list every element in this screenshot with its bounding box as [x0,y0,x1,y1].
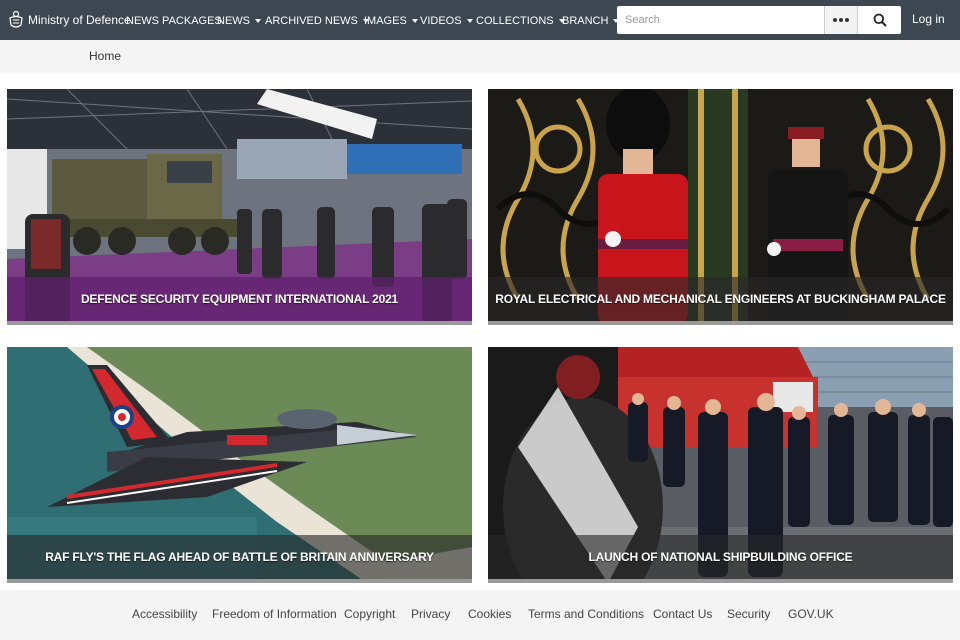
nav-news-packages[interactable]: NEWS PACKAGES [126,14,222,28]
nav-label: NEWS [217,15,250,27]
nav-label: VIDEOS [420,15,462,27]
gallery-card-reme[interactable]: ROYAL ELECTRICAL AND MECHANICAL ENGINEER… [488,89,953,325]
dot-icon [833,18,837,22]
nav-collections[interactable]: COLLECTIONS [476,14,565,28]
dot-icon [839,18,843,22]
site-name: Ministry of Defence [28,13,131,27]
nav-label: COLLECTIONS [476,15,554,27]
nav-videos[interactable]: VIDEOS [420,14,473,28]
nav-news[interactable]: NEWS [217,14,261,28]
card-title: LAUNCH OF NATIONAL SHIPBUILDING OFFICE [588,550,853,564]
login-link[interactable]: Log in [912,12,945,26]
nav-label: ARCHIVED NEWS [265,15,358,27]
search-box [617,6,901,34]
footer-link-security[interactable]: Security [727,607,770,621]
breadcrumb-home[interactable]: Home [89,49,121,63]
caret-down-icon [411,19,418,23]
footer-link-terms[interactable]: Terms and Conditions [528,607,644,621]
footer-link-contact[interactable]: Contact Us [653,607,712,621]
breadcrumb [0,40,960,73]
dot-icon [845,18,849,22]
search-options-button[interactable] [824,6,857,34]
nav-label: IMAGES [364,15,407,27]
card-title: RAF FLY'S THE FLAG AHEAD OF BATTLE OF BR… [45,550,434,564]
nav-archived-news[interactable]: ARCHIVED NEWS [265,14,369,28]
footer-link-govuk[interactable]: GOV.UK [788,607,834,621]
caret-down-icon [466,19,473,23]
search-button[interactable] [857,6,901,34]
crest-logo-icon [9,10,23,28]
search-input[interactable] [617,6,824,34]
gallery-card-dsei[interactable]: DEFENCE SECURITY EQUIPMENT INTERNATIONAL… [7,89,472,325]
gallery-card-raf[interactable]: RAF FLY'S THE FLAG AHEAD OF BATTLE OF BR… [7,347,472,583]
site-brand[interactable]: Ministry of Defence [8,9,131,31]
card-caption: RAF FLY'S THE FLAG AHEAD OF BATTLE OF BR… [7,535,472,579]
footer-link-cookies[interactable]: Cookies [468,607,511,621]
caret-down-icon [255,19,261,23]
footer-link-copyright[interactable]: Copyright [344,607,395,621]
card-title: DEFENCE SECURITY EQUIPMENT INTERNATIONAL… [80,292,399,306]
card-caption: DEFENCE SECURITY EQUIPMENT INTERNATIONAL… [7,277,472,321]
card-title: ROYAL ELECTRICAL AND MECHANICAL ENGINEER… [495,292,946,306]
footer-link-accessibility[interactable]: Accessibility [132,607,197,621]
card-caption: LAUNCH OF NATIONAL SHIPBUILDING OFFICE [488,535,953,579]
gallery-card-shipbuilding[interactable]: LAUNCH OF NATIONAL SHIPBUILDING OFFICE [488,347,953,583]
footer-link-foi[interactable]: Freedom of Information [212,607,337,621]
nav-images[interactable]: IMAGES [364,14,418,28]
card-caption: ROYAL ELECTRICAL AND MECHANICAL ENGINEER… [488,277,953,321]
top-navbar: Ministry of Defence NEWS PACKAGES NEWS A… [0,0,960,40]
footer-link-privacy[interactable]: Privacy [411,607,450,621]
search-icon [873,13,887,27]
nav-label: NEWS PACKAGES [126,15,222,27]
nav-branch[interactable]: BRANCH [562,14,620,28]
nav-label: BRANCH [562,15,609,27]
